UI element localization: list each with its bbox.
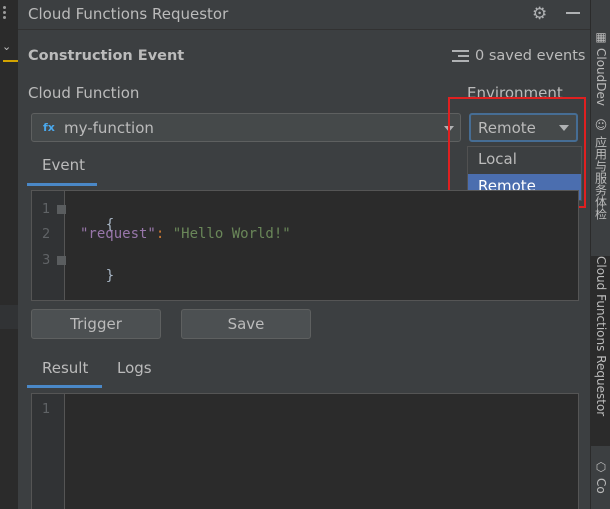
tab-service-check[interactable]: ☺ 应用与服务体检 [591, 118, 610, 248]
editor-tab-indicator [3, 60, 18, 62]
construction-event-title: Construction Event [28, 48, 185, 64]
panel-header: Cloud Functions Requestor ⚙ [18, 0, 590, 30]
tab-result-underline [27, 385, 102, 388]
line-number: 2 [42, 227, 51, 242]
chevron-down-icon[interactable]: ⌄ [2, 40, 11, 53]
function-icon: fx [43, 121, 55, 134]
saved-events-label: 0 saved events [475, 48, 586, 64]
tab-co-label: Co [594, 478, 608, 494]
editor-edge: ⌄ [0, 0, 18, 509]
code-colon: : [155, 226, 173, 242]
code-key: "request" [80, 226, 156, 242]
gear-icon[interactable]: ⚙ [532, 4, 547, 24]
line-number: 1 [42, 402, 51, 417]
line-number: 1 [42, 202, 51, 217]
event-editor[interactable]: 1 2 3 { "request": "Hello World!" } [31, 190, 579, 301]
list-icon [452, 49, 469, 63]
tab-result[interactable]: Result [42, 359, 88, 377]
cloud-function-label: Cloud Function [28, 84, 140, 102]
code-line-2: "request": "Hello World!" [80, 226, 291, 242]
grid-icon: ▦ [594, 30, 608, 44]
trigger-button[interactable]: Trigger [31, 309, 161, 339]
save-button[interactable]: Save [181, 309, 311, 339]
minimize-icon[interactable] [566, 12, 580, 14]
tab-cloud-functions-requestor-label: Cloud Functions Requestor [594, 256, 608, 417]
event-editor-gutter: 1 2 3 [32, 191, 66, 300]
cube-icon: ⬡ [594, 460, 608, 474]
more-vertical-icon[interactable] [3, 6, 7, 20]
fold-icon[interactable] [57, 205, 66, 214]
tab-logs[interactable]: Logs [117, 359, 152, 377]
tab-service-check-label: 应用与服务体检 [593, 136, 608, 220]
result-editor[interactable]: 1 [31, 393, 579, 509]
panel-title: Cloud Functions Requestor [28, 5, 229, 23]
tab-cloud-functions-requestor[interactable]: Cloud Functions Requestor [591, 256, 610, 446]
tab-clouddev-label: CloudDev [594, 48, 608, 107]
cloud-function-select[interactable]: fx my-function [31, 113, 461, 142]
editor-current-line [0, 305, 18, 329]
tab-clouddev[interactable]: ▦ CloudDev [591, 30, 610, 106]
cloud-function-value: my-function [64, 119, 154, 137]
fold-icon[interactable] [57, 256, 66, 265]
code-value: "Hello World!" [172, 226, 291, 242]
saved-events-link[interactable]: 0 saved events [452, 48, 585, 64]
line-number: 3 [42, 253, 51, 268]
tab-co[interactable]: ⬡ Co [591, 460, 610, 509]
tool-window-strip: ▦ CloudDev ☺ 应用与服务体检 Cloud Functions Req… [590, 0, 610, 509]
robot-icon: ☺ [594, 118, 608, 132]
code-line-3: } [72, 252, 114, 300]
tab-event-underline [27, 183, 97, 186]
result-editor-gutter: 1 [32, 394, 65, 509]
code-close-brace: } [105, 268, 115, 284]
tab-event[interactable]: Event [42, 156, 85, 174]
